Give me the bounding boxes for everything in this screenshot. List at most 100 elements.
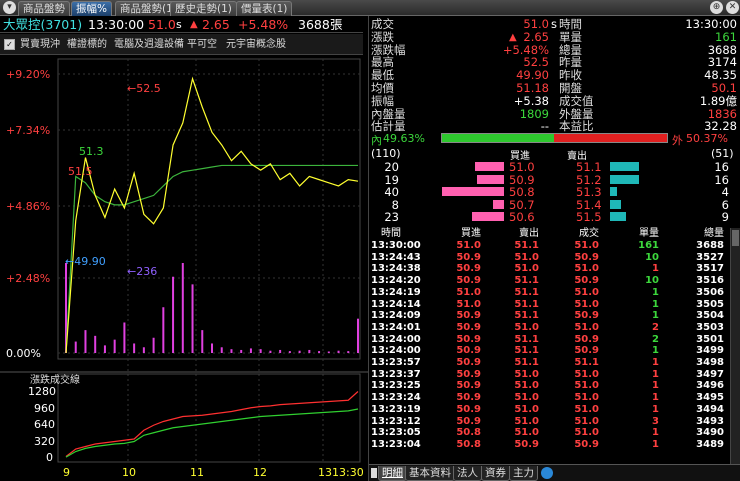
- tick-row[interactable]: 13:24:01 50.9 51.0 51.0 2 3503: [369, 322, 740, 334]
- tag-short[interactable]: 平可空: [187, 34, 217, 55]
- tab-amplitude[interactable]: 振幅%: [71, 1, 112, 16]
- tick-time: 13:23:19: [371, 403, 421, 415]
- quote-label: 單量: [559, 29, 582, 44]
- book-row[interactable]: 20 51.0 51.1 16: [369, 160, 740, 174]
- tab-price-volume[interactable]: 價量表(1): [236, 1, 293, 16]
- volume-bar: [123, 322, 126, 353]
- tick-row[interactable]: 13:23:05 50.8 51.0 51.0 1 3490: [369, 427, 740, 439]
- tick-row[interactable]: 13:24:00 50.9 51.1 50.9 2 3501: [369, 334, 740, 346]
- tick-col-header[interactable]: 賣出: [499, 228, 539, 240]
- tab-major-player[interactable]: 主力: [509, 466, 538, 481]
- x-label-10: 10: [122, 466, 136, 479]
- bid-price: 50.6: [509, 210, 535, 224]
- close-icon[interactable]: ✕: [726, 1, 739, 14]
- volume-bar: [269, 350, 272, 353]
- tick-row[interactable]: 13:24:14 51.0 51.1 51.0 1 3505: [369, 299, 740, 311]
- bid-qty-bar: [475, 162, 504, 171]
- volume-bar: [327, 351, 330, 353]
- globe-icon[interactable]: [541, 467, 553, 479]
- volume-bar: [172, 276, 175, 353]
- tick-row[interactable]: 13:24:43 50.9 51.0 50.9 10 3527: [369, 252, 740, 264]
- tick-bid: 50.8: [456, 427, 481, 439]
- high-annotation: ←52.5: [127, 82, 161, 95]
- tick-row[interactable]: 13:24:09 50.9 51.1 50.9 1 3504: [369, 310, 740, 322]
- tag-day-trade[interactable]: 買賣現沖: [20, 34, 60, 55]
- tab-details[interactable]: 明細: [378, 466, 407, 481]
- book-row[interactable]: 8 50.7 51.4 6: [369, 198, 740, 212]
- tick-ask: 51.1: [514, 310, 539, 322]
- tick-col-header[interactable]: 買進: [441, 228, 481, 240]
- menu-icon[interactable]: ▾: [3, 1, 16, 14]
- sub-plot-frame: [57, 373, 361, 463]
- tick-time: 13:23:12: [371, 415, 421, 427]
- tab-bar: ▾ 商品盤勢 振幅% 商品盤勢(1) 歷史走勢(1) 價量表(1) ⊕ ✕: [0, 0, 740, 16]
- tick-row[interactable]: 13:24:20 50.9 51.1 50.9 10 3516: [369, 275, 740, 287]
- tab-basic-info[interactable]: 基本資料: [405, 466, 455, 481]
- tick-time: 13:30:00: [371, 240, 421, 251]
- tick-row[interactable]: 13:24:00 50.9 51.1 50.9 1 3499: [369, 345, 740, 357]
- tick-price: 51.0: [574, 392, 599, 404]
- x-label-11: 11: [190, 466, 204, 479]
- book-row[interactable]: 23 50.6 51.5 9: [369, 210, 740, 224]
- header-pct: +5.48%: [238, 17, 289, 32]
- volume-bar: [181, 263, 184, 353]
- tick-col-header[interactable]: 成交: [559, 228, 599, 240]
- ratio-bar: [441, 133, 668, 143]
- tick-row[interactable]: 13:23:04 50.8 50.9 50.9 1 3489: [369, 439, 740, 451]
- volume-bar: [240, 349, 243, 353]
- tick-row[interactable]: 13:23:12 50.9 51.0 51.0 3 3493: [369, 416, 740, 428]
- tab-history[interactable]: 歷史走勢(1): [170, 1, 237, 16]
- tick-total: 3505: [696, 298, 724, 310]
- detail-tabs: 明細 基本資料 法人 資券 主力: [369, 464, 740, 481]
- tick-bid: 50.9: [456, 403, 481, 415]
- tick-row[interactable]: 13:30:00 51.0 51.1 51.0 161 3688: [369, 240, 740, 252]
- zoom-icon[interactable]: ⊕: [710, 1, 723, 14]
- tick-row[interactable]: 13:23:19 50.9 51.0 51.0 1 3494: [369, 404, 740, 416]
- quote-value: 1.89億: [699, 93, 737, 108]
- tag-warrant[interactable]: 權證標的: [67, 34, 107, 55]
- tick-total: 3503: [696, 321, 724, 333]
- tick-row[interactable]: 13:23:57 50.9 51.1 51.1 1 3498: [369, 357, 740, 369]
- volume-bar: [220, 347, 223, 353]
- sub-y-0: 0: [46, 451, 53, 464]
- sub-y-640: 640: [34, 418, 55, 431]
- volume-bar: [103, 345, 106, 353]
- tick-bid: 50.9: [456, 415, 481, 427]
- tag-toolbar: ✓ 買賣現沖 權證標的 電腦及週邊設備 平可空 元宇宙概念股: [0, 34, 363, 55]
- tick-col-header[interactable]: 時間: [381, 228, 431, 240]
- tag-metaverse[interactable]: 元宇宙概念股: [226, 34, 286, 55]
- symbol-label[interactable]: 大眾控(3701): [3, 16, 82, 33]
- tick-ask: 51.0: [514, 403, 539, 415]
- tab-institutional[interactable]: 法人: [453, 466, 482, 481]
- tab-product-board[interactable]: 商品盤勢: [18, 1, 70, 16]
- tab-margin[interactable]: 資券: [481, 466, 510, 481]
- tick-price: 51.0: [574, 427, 599, 439]
- volume-bar: [94, 335, 97, 353]
- tick-row[interactable]: 13:23:37 50.9 51.0 51.0 1 3497: [369, 369, 740, 381]
- tick-row[interactable]: 13:24:19 51.0 51.1 51.0 1 3506: [369, 287, 740, 299]
- book-row[interactable]: 19 50.9 51.2 16: [369, 173, 740, 187]
- book-row[interactable]: 40 50.8 51.3 4: [369, 185, 740, 199]
- tick-total: 3501: [696, 333, 724, 345]
- tick-time: 13:24:14: [371, 298, 421, 310]
- tick-total: 3497: [696, 368, 724, 380]
- checkbox-icon[interactable]: ✓: [4, 39, 15, 50]
- tick-price: 50.9: [574, 345, 599, 357]
- tick-col-header[interactable]: 總量: [674, 228, 724, 240]
- tick-scrollbar[interactable]: [730, 228, 740, 464]
- bid-qty-bar: [442, 187, 504, 196]
- tick-row[interactable]: 13:23:25 50.9 51.0 51.0 1 3496: [369, 380, 740, 392]
- tick-time: 13:23:57: [371, 357, 421, 368]
- ask-qty: 9: [721, 210, 729, 224]
- tick-col-header[interactable]: 單量: [614, 228, 659, 240]
- tick-row[interactable]: 13:23:24 50.9 51.0 51.0 1 3495: [369, 392, 740, 404]
- tick-total: 3494: [696, 403, 724, 415]
- tag-computer[interactable]: 電腦及週邊設備: [114, 34, 184, 55]
- quote-value: 1809: [519, 106, 549, 121]
- tab-scroll-icon[interactable]: [371, 468, 377, 478]
- scrollbar-thumb[interactable]: [732, 230, 739, 246]
- volume-bar: [74, 341, 77, 353]
- tick-row[interactable]: 13:24:38 50.9 51.0 51.0 1 3517: [369, 263, 740, 275]
- tick-price: 51.0: [574, 415, 599, 427]
- tick-price: 51.0: [574, 240, 599, 251]
